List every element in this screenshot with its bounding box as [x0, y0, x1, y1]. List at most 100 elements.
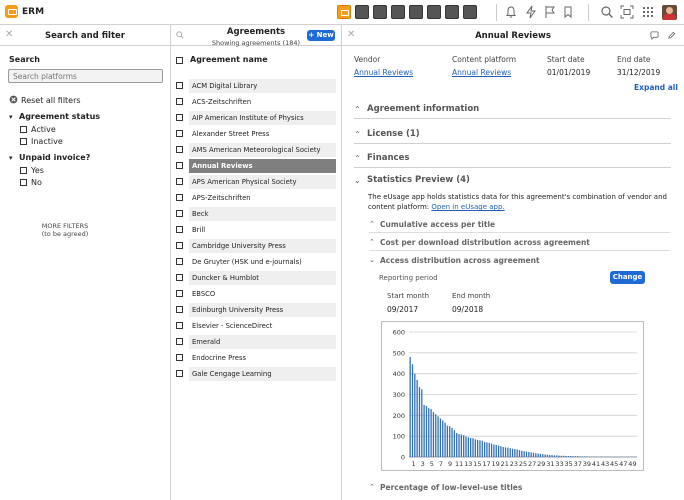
checkbox-active[interactable] [20, 126, 27, 133]
list-item[interactable]: Emerald [171, 334, 341, 350]
user-avatar[interactable] [662, 5, 677, 20]
chevron-down-icon[interactable]: ▾ [9, 113, 13, 121]
row-checkbox[interactable] [176, 226, 183, 233]
list-item[interactable]: Alexander Street Press [171, 126, 341, 142]
agreement-name[interactable]: Cambridge University Press [189, 239, 336, 253]
column-agreement-name[interactable]: Agreement name [190, 55, 268, 64]
edit-icon[interactable] [667, 31, 676, 40]
checkbox-no[interactable] [20, 179, 27, 186]
accordion-license[interactable]: ⌃ License (1) [354, 126, 671, 144]
search-icon[interactable] [600, 5, 614, 19]
new-agreement-button[interactable]: + New [307, 30, 335, 41]
select-all-checkbox[interactable] [176, 57, 183, 64]
erm-app-icon[interactable] [5, 5, 18, 18]
row-checkbox[interactable] [176, 98, 183, 105]
app-tile[interactable] [463, 5, 477, 19]
row-checkbox[interactable] [176, 194, 183, 201]
subaccordion-low-level-use[interactable]: ⌃ Percentage of low-level-use titles [369, 480, 670, 496]
expand-all-link[interactable]: Expand all [634, 83, 678, 92]
list-item[interactable]: EBSCO [171, 286, 341, 302]
bookmark-icon[interactable] [561, 5, 575, 19]
reset-filters-button[interactable]: Reset all filters [21, 96, 81, 105]
subaccordion-cost-per-download[interactable]: ⌃ Cost per download distribution across … [369, 235, 670, 251]
list-item[interactable]: Duncker & Humblot [171, 270, 341, 286]
agreement-name[interactable]: ACS-Zeitschriften [189, 95, 336, 109]
bell-icon[interactable] [504, 5, 518, 19]
accordion-finances[interactable]: ⌃ Finances [354, 150, 671, 168]
app-title[interactable]: ERM [22, 7, 44, 17]
unpaid-invoice-heading[interactable]: Unpaid invoice? [19, 153, 90, 162]
app-tile[interactable] [355, 5, 369, 19]
agreement-name[interactable]: Annual Reviews [189, 159, 336, 173]
row-checkbox[interactable] [176, 306, 183, 313]
change-button[interactable]: Change [610, 271, 645, 284]
scan-icon[interactable] [620, 5, 634, 19]
app-tile-erm[interactable] [337, 5, 351, 19]
list-item[interactable]: APS-Zeitschriften [171, 190, 341, 206]
grid-icon[interactable] [641, 5, 655, 19]
list-item[interactable]: ACM Digital Library [171, 78, 341, 94]
row-checkbox[interactable] [176, 274, 183, 281]
app-tile[interactable] [373, 5, 387, 19]
accordion-statistics-preview[interactable]: ⌄ Statistics Preview (4) [354, 172, 671, 190]
agreement-name[interactable]: Emerald [189, 335, 336, 349]
comment-icon[interactable] [650, 31, 659, 41]
list-item[interactable]: ACS-Zeitschriften [171, 94, 341, 110]
row-checkbox[interactable] [176, 242, 183, 249]
agreement-name[interactable]: Edinburgh University Press [189, 303, 336, 317]
agreement-name[interactable]: APS American Physical Society [189, 175, 336, 189]
list-item[interactable]: Gale Cengage Learning [171, 366, 341, 382]
agreement-name[interactable]: De Gruyter (HSK und e-journals) [189, 255, 336, 269]
row-checkbox[interactable] [176, 290, 183, 297]
agreement-name[interactable]: Brill [189, 223, 336, 237]
agreement-name[interactable]: APS-Zeitschriften [189, 191, 336, 205]
row-checkbox[interactable] [176, 146, 183, 153]
subaccordion-access-distribution[interactable]: ⌄ Access distribution across agreement [369, 253, 670, 269]
search-input[interactable] [8, 69, 163, 83]
app-tile[interactable] [427, 5, 441, 19]
list-item[interactable]: Cambridge University Press [171, 238, 341, 254]
row-checkbox[interactable] [176, 322, 183, 329]
list-item[interactable]: APS American Physical Society [171, 174, 341, 190]
lightning-icon[interactable] [524, 5, 538, 19]
row-checkbox[interactable] [176, 178, 183, 185]
platform-link[interactable]: Annual Reviews [452, 68, 511, 77]
agreement-name[interactable]: Gale Cengage Learning [189, 367, 336, 381]
agreement-name[interactable]: EBSCO [189, 287, 336, 301]
list-item[interactable]: Beck [171, 206, 341, 222]
list-item[interactable]: De Gruyter (HSK und e-journals) [171, 254, 341, 270]
agreement-name[interactable]: Alexander Street Press [189, 127, 336, 141]
list-item[interactable]: Elsevier - ScienceDirect [171, 318, 341, 334]
row-checkbox[interactable] [176, 370, 183, 377]
chevron-down-icon[interactable]: ▾ [9, 154, 13, 162]
row-checkbox[interactable] [176, 82, 183, 89]
agreement-name[interactable]: Duncker & Humblot [189, 271, 336, 285]
list-item[interactable]: AIP American Institute of Physics [171, 110, 341, 126]
row-checkbox[interactable] [176, 162, 183, 169]
agreement-name[interactable]: AMS American Meteorological Society [189, 143, 336, 157]
list-item[interactable]: Annual Reviews [171, 158, 341, 174]
row-checkbox[interactable] [176, 114, 183, 121]
agreement-name[interactable]: Elsevier - ScienceDirect [189, 319, 336, 333]
app-tile[interactable] [391, 5, 405, 19]
row-checkbox[interactable] [176, 210, 183, 217]
list-item[interactable]: Endocrine Press [171, 350, 341, 366]
row-checkbox[interactable] [176, 130, 183, 137]
agreement-status-heading[interactable]: Agreement status [19, 112, 100, 121]
app-tile[interactable] [445, 5, 459, 19]
checkbox-yes[interactable] [20, 167, 27, 174]
list-item[interactable]: Edinburgh University Press [171, 302, 341, 318]
row-checkbox[interactable] [176, 258, 183, 265]
list-item[interactable]: AMS American Meteorological Society [171, 142, 341, 158]
agreement-name[interactable]: Beck [189, 207, 336, 221]
list-item[interactable]: Brill [171, 222, 341, 238]
row-checkbox[interactable] [176, 338, 183, 345]
vendor-link[interactable]: Annual Reviews [354, 68, 413, 77]
agreement-name[interactable]: Endocrine Press [189, 351, 336, 365]
reset-icon[interactable] [9, 95, 18, 104]
app-tile[interactable] [409, 5, 423, 19]
agreement-name[interactable]: ACM Digital Library [189, 79, 336, 93]
flag-icon[interactable] [543, 5, 557, 19]
open-eusage-link[interactable]: Open in eUsage app. [431, 203, 504, 211]
agreement-name[interactable]: AIP American Institute of Physics [189, 111, 336, 125]
